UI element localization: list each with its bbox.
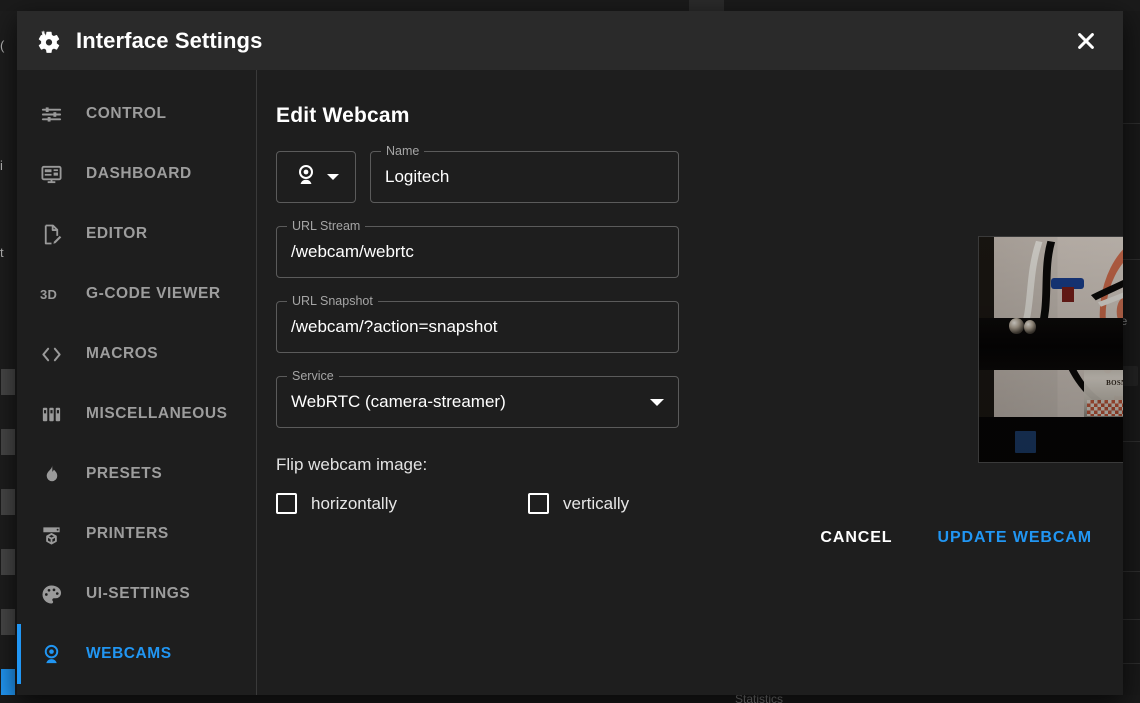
dialog-body: CONSOLE CONTROL xyxy=(17,70,1123,695)
3d-glyph: 3D xyxy=(40,286,58,302)
backdrop-left-tile xyxy=(1,429,15,455)
sidebar-item-label: DASHBOARD xyxy=(86,165,192,182)
backdrop-topbar xyxy=(0,0,1140,11)
name-field[interactable]: Name Logitech xyxy=(370,144,679,203)
backdrop-top-notch xyxy=(689,0,724,11)
url-snapshot-field-label: URL Snapshot xyxy=(287,294,378,308)
sidebar-item-printers[interactable]: PRINTERS xyxy=(17,504,256,564)
printer-icon xyxy=(40,522,70,546)
sidebar-item-console[interactable]: CONSOLE xyxy=(17,70,256,84)
url-snapshot-field-value: /webcam/?action=snapshot xyxy=(291,317,498,336)
flip-checkbox-group: horizontally vertically xyxy=(276,493,679,514)
sidebar-item-dashboard[interactable]: DASHBOARD xyxy=(17,144,256,204)
preview-exposure-overlay xyxy=(979,237,1123,462)
sidebar-item-presets[interactable]: PRESETS xyxy=(17,444,256,504)
backdrop-left-glyph-0: ( xyxy=(0,39,5,53)
screen-root: ( i t Re Statistics xyxy=(0,0,1140,703)
sidebar-item-editor[interactable]: EDITOR xyxy=(17,204,256,264)
chevron-down-icon xyxy=(326,174,339,180)
cancel-button[interactable]: CANCEL xyxy=(811,522,901,554)
checkbox-box-icon xyxy=(528,493,549,514)
dialog-actions: CANCEL UPDATE WEBCAM xyxy=(811,522,1101,554)
sidebar-item-miscellaneous[interactable]: MISCELLANEOUS xyxy=(17,384,256,444)
sidebar-item-macros[interactable]: MACROS xyxy=(17,324,256,384)
interface-settings-dialog: Interface Settings CONSOL xyxy=(17,11,1123,695)
sidebar-item-label: MISCELLANEOUS xyxy=(86,405,228,422)
flip-horizontally-label: horizontally xyxy=(311,493,397,513)
3d-icon: 3D xyxy=(40,282,70,306)
webcam-icon xyxy=(40,642,70,666)
chevron-down-icon xyxy=(650,398,664,406)
sidebar-item-label: PRESETS xyxy=(86,465,163,482)
service-select[interactable]: Service WebRTC (camera-streamer) xyxy=(276,369,679,428)
webcam-preview-frame: BOSNY xyxy=(978,236,1123,463)
flip-vertically-label: vertically xyxy=(563,493,630,513)
dialog-header: Interface Settings xyxy=(17,11,1123,70)
url-stream-field-value: /webcam/webrtc xyxy=(291,242,414,261)
sidebar-item-gcode-viewer[interactable]: 3D G-CODE VIEWER xyxy=(17,264,256,324)
settings-gears-icon xyxy=(35,27,63,55)
sidebar-item-control[interactable]: CONTROL xyxy=(17,84,256,144)
webcam-form: Name Logitech URL Stream /webcam/webrtc … xyxy=(276,144,679,514)
sliders-icon xyxy=(40,102,70,126)
sidebar-item-label: UI-SETTINGS xyxy=(86,585,191,602)
checkbox-box-icon xyxy=(276,493,297,514)
backdrop-left-tile-active xyxy=(1,669,15,695)
sidebar-item-ui-settings[interactable]: UI-SETTINGS xyxy=(17,564,256,624)
dashboard-icon xyxy=(40,162,70,186)
flip-vertically-checkbox[interactable]: vertically xyxy=(528,493,629,514)
settings-sidebar[interactable]: CONSOLE CONTROL xyxy=(17,70,257,695)
dialog-title: Interface Settings xyxy=(76,27,263,53)
backdrop-left-glyph-2: t xyxy=(0,246,4,260)
backdrop-left-tile xyxy=(1,549,15,575)
bars-icon xyxy=(40,402,70,426)
service-select-label: Service xyxy=(287,369,339,383)
sidebar-scroll-area: CONSOLE CONTROL xyxy=(17,70,256,684)
file-edit-icon xyxy=(40,222,70,246)
sidebar-item-label: MACROS xyxy=(86,345,159,362)
sidebar-item-label: EDITOR xyxy=(86,225,148,242)
webcam-type-selector[interactable] xyxy=(276,151,356,203)
page-title: Edit Webcam xyxy=(276,104,410,127)
sidebar-item-label: CONTROL xyxy=(86,105,167,122)
update-webcam-button[interactable]: UPDATE WEBCAM xyxy=(928,522,1101,554)
backdrop-left-tile xyxy=(1,609,15,635)
palette-icon xyxy=(40,582,70,606)
settings-content-panel: Edit Webcam Name Logitech URL Stream /we… xyxy=(257,70,1123,695)
flip-section-label: Flip webcam image: xyxy=(276,455,428,474)
backdrop-left-column: ( i t xyxy=(0,11,17,703)
service-select-value: WebRTC (camera-streamer) xyxy=(291,392,506,411)
webcam-preview-image: BOSNY xyxy=(979,237,1123,462)
flip-horizontally-checkbox[interactable]: horizontally xyxy=(276,493,397,514)
backdrop-bottom-bar: Statistics xyxy=(0,692,1140,703)
sidebar-item-webcams[interactable]: WEBCAMS xyxy=(17,624,256,684)
backdrop-left-tile xyxy=(1,369,15,395)
webcam-icon xyxy=(294,163,318,192)
sidebar-item-label: G-CODE VIEWER xyxy=(86,285,221,302)
name-field-value: Logitech xyxy=(385,167,450,186)
name-field-label: Name xyxy=(381,144,425,158)
close-icon[interactable] xyxy=(1066,21,1106,61)
flame-icon xyxy=(40,462,70,486)
sidebar-item-label: PRINTERS xyxy=(86,525,169,542)
url-stream-field-label: URL Stream xyxy=(287,219,366,233)
url-snapshot-field[interactable]: URL Snapshot /webcam/?action=snapshot xyxy=(276,294,679,353)
sidebar-item-label: WEBCAMS xyxy=(86,645,172,662)
code-brackets-icon xyxy=(40,342,70,366)
url-stream-field[interactable]: URL Stream /webcam/webrtc xyxy=(276,219,679,278)
backdrop-left-tile xyxy=(1,489,15,515)
backdrop-left-glyph-1: i xyxy=(0,159,3,173)
name-row: Name Logitech xyxy=(276,144,679,203)
